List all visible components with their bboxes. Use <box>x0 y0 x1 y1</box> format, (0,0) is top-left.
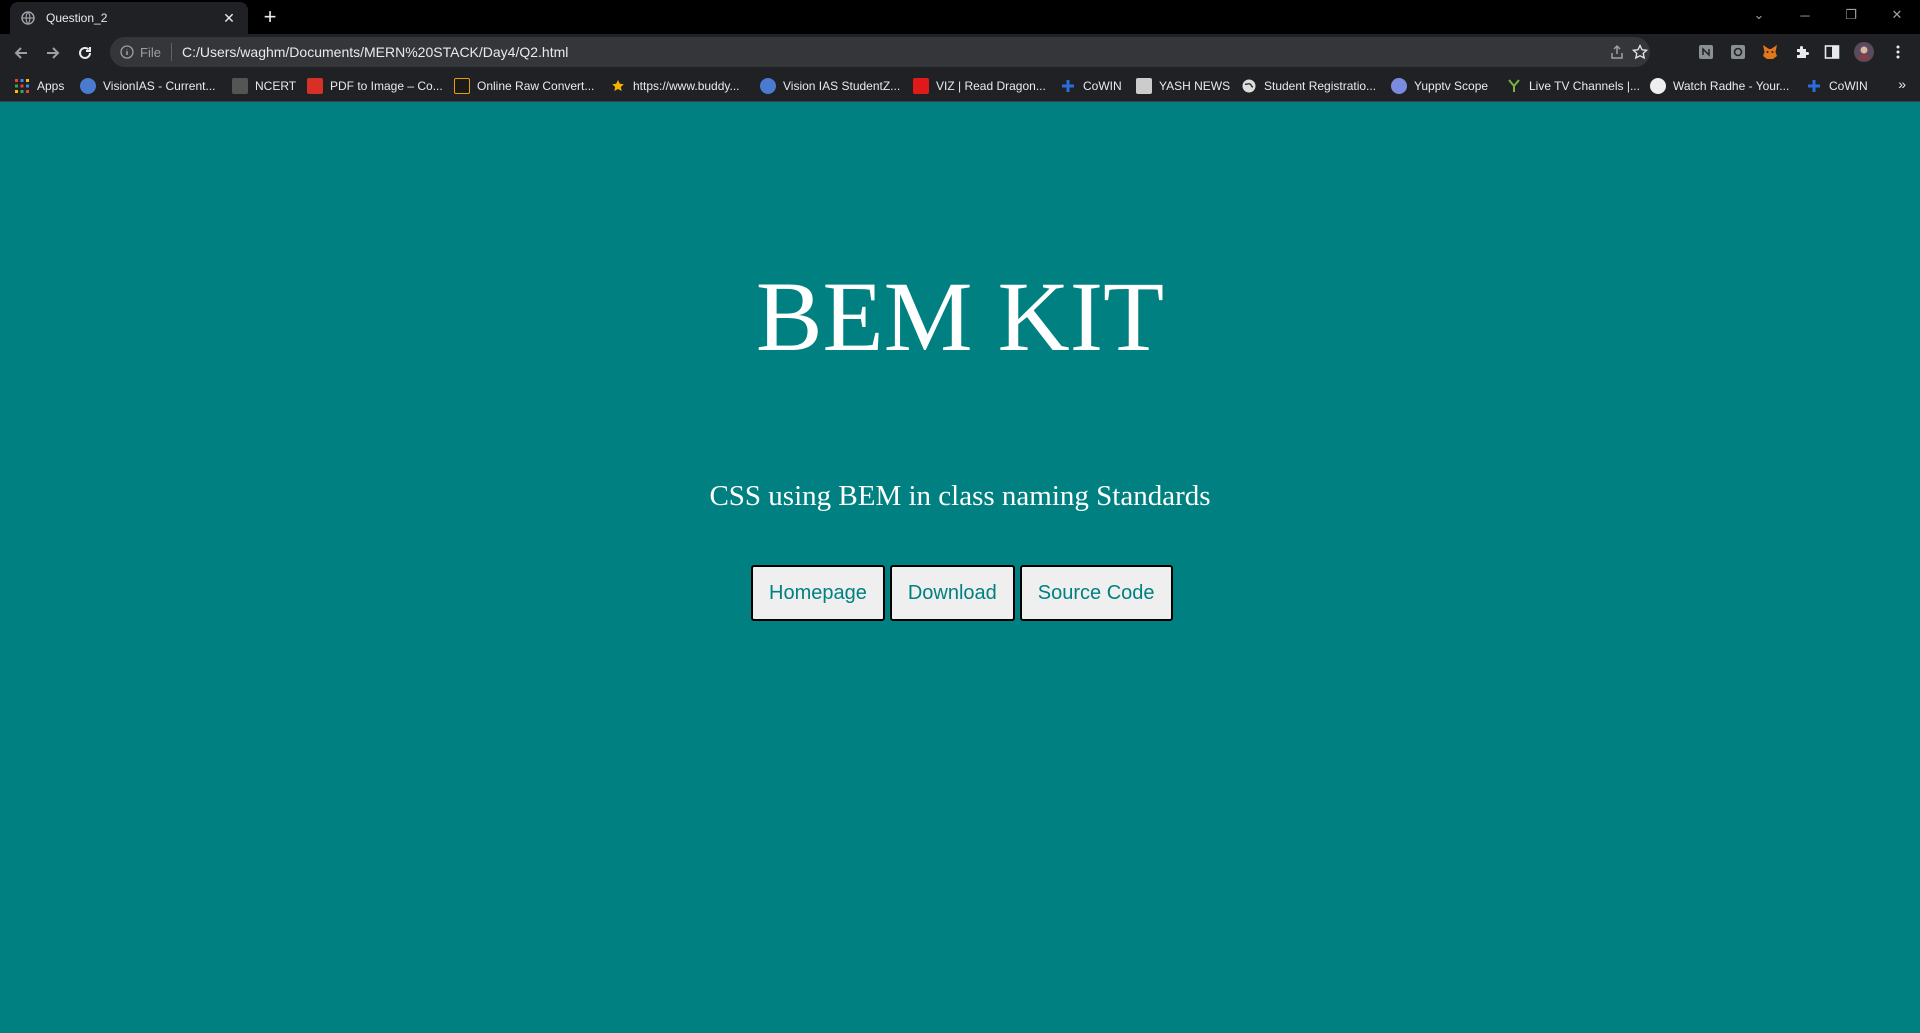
bookmark-cowin-1[interactable]: CoWIN <box>1060 76 1122 96</box>
page-title: BEM KIT <box>755 261 1165 372</box>
extensions-puzzle-icon[interactable] <box>1792 42 1812 62</box>
back-button[interactable] <box>8 40 34 66</box>
bookmark-label: Online Raw Convert... <box>477 79 595 93</box>
bookmark-online-raw-convert[interactable]: Online Raw Convert... <box>454 76 594 96</box>
bookmark-label: Student Registratio... <box>1264 79 1377 93</box>
tab-search-icon[interactable]: ⌄ <box>1736 0 1782 30</box>
tab-title: Question_2 <box>46 11 108 25</box>
menu-kebab-icon[interactable] <box>1888 42 1908 62</box>
extension-1-icon[interactable] <box>1696 42 1716 62</box>
url-text[interactable]: C:/Users/waghm/Documents/MERN%20STACK/Da… <box>182 44 568 60</box>
bookmark-label: YASH NEWS <box>1159 79 1231 93</box>
reload-button[interactable] <box>72 40 98 66</box>
viz-icon <box>913 78 929 94</box>
browser-toolbar: File C:/Users/waghm/Documents/MERN%20STA… <box>0 34 1920 70</box>
bookmark-label: CoWIN <box>1829 79 1868 93</box>
bookmark-label: Live TV Channels |... <box>1529 79 1640 93</box>
omnibox-divider <box>170 43 172 61</box>
bookmark-vision-ias-studentz[interactable]: Vision IAS StudentZ... <box>760 76 900 96</box>
star-icon <box>610 78 626 94</box>
visionias-icon <box>80 78 96 94</box>
browser-window: Question_2 ✕ + ⌄ ─ ❐ ✕ File C:/Users/wag… <box>0 0 1920 1033</box>
reload-icon <box>79 46 91 59</box>
site-info-button[interactable]: File <box>120 37 161 67</box>
share-icon[interactable] <box>1607 42 1627 62</box>
bookmark-yupptv-scope[interactable]: Yupptv Scope <box>1391 76 1488 96</box>
bookmark-label: Yupptv Scope <box>1414 79 1489 93</box>
forward-button[interactable] <box>40 40 66 66</box>
bookmark-label: CoWIN <box>1083 79 1122 93</box>
minimize-button[interactable]: ─ <box>1782 0 1828 30</box>
bookmark-visionias-current[interactable]: VisionIAS - Current... <box>80 76 216 96</box>
bookmark-label: Vision IAS StudentZ... <box>783 79 901 93</box>
cowin-icon <box>1806 78 1822 94</box>
tab-strip: Question_2 ✕ + ⌄ ─ ❐ ✕ <box>0 0 1920 34</box>
bookmark-label: https://www.buddy... <box>633 79 740 93</box>
bookmark-student-registration[interactable]: Student Registratio... <box>1241 76 1376 96</box>
visionias-icon <box>760 78 776 94</box>
bookmark-label: VIZ | Read Dragon... <box>936 79 1046 93</box>
pdf-icon <box>307 78 323 94</box>
bookmark-star-icon[interactable] <box>1630 42 1650 62</box>
tab-question-2[interactable]: Question_2 ✕ <box>10 2 248 34</box>
ncert-icon <box>232 78 248 94</box>
bookmark-buddy[interactable]: https://www.buddy... <box>610 76 740 96</box>
bookmark-live-tv-channels[interactable]: Live TV Channels |... <box>1506 76 1640 96</box>
homepage-button[interactable]: Homepage <box>751 565 885 621</box>
page-subtitle: CSS using BEM in class naming Standards <box>709 480 1211 512</box>
bookmark-cowin-2[interactable]: CoWIN <box>1806 76 1868 96</box>
bookmark-viz-read-dragon[interactable]: VIZ | Read Dragon... <box>913 76 1046 96</box>
raw-convert-icon <box>454 78 470 94</box>
download-button[interactable]: Download <box>889 565 1015 621</box>
bookmarks-bar: Apps VisionIAS - Current... NCERT PDF to… <box>0 70 1920 102</box>
source-code-button[interactable]: Source Code <box>1019 565 1173 621</box>
news-icon <box>1136 78 1152 94</box>
bookmark-yash-news[interactable]: YASH NEWS <box>1136 76 1230 96</box>
cowin-icon <box>1060 78 1076 94</box>
bookmark-watch-radhe[interactable]: Watch Radhe - Your... <box>1650 76 1789 96</box>
profile-avatar-icon[interactable] <box>1854 42 1874 62</box>
new-tab-button[interactable]: + <box>258 6 282 30</box>
metamask-fox-icon[interactable] <box>1760 42 1780 62</box>
globe-icon <box>20 10 36 26</box>
address-bar[interactable]: File C:/Users/waghm/Documents/MERN%20STA… <box>110 37 1650 67</box>
close-window-button[interactable]: ✕ <box>1874 0 1920 30</box>
button-group: Homepage Download Source Code <box>751 565 1173 621</box>
bookmark-pdf-to-image[interactable]: PDF to Image – Co... <box>307 76 443 96</box>
bookmark-label: NCERT <box>255 79 297 93</box>
scheme-label: File <box>140 44 161 60</box>
bookmark-label: VisionIAS - Current... <box>103 79 216 93</box>
bookmarks-overflow-chevron-icon[interactable]: » <box>1898 76 1906 92</box>
apps-grid-icon <box>14 78 30 94</box>
globe-icon <box>1241 78 1257 94</box>
bookmark-label: Watch Radhe - Your... <box>1673 79 1790 93</box>
bookmark-label: Apps <box>37 79 65 93</box>
arrow-right-icon <box>47 47 60 59</box>
livetv-icon <box>1506 78 1522 94</box>
close-tab-icon[interactable]: ✕ <box>220 9 238 27</box>
side-panel-icon[interactable] <box>1822 42 1842 62</box>
watch-icon <box>1650 78 1666 94</box>
extension-2-icon[interactable] <box>1728 42 1748 62</box>
bookmark-ncert[interactable]: NCERT <box>232 76 296 96</box>
bookmark-apps[interactable]: Apps <box>14 76 64 96</box>
arrow-left-icon <box>14 47 27 59</box>
restore-button[interactable]: ❐ <box>1828 0 1874 30</box>
bookmark-label: PDF to Image – Co... <box>330 79 443 93</box>
page-viewport: BEM KIT CSS using BEM in class naming St… <box>0 102 1920 1033</box>
yupptv-icon <box>1391 78 1407 94</box>
info-icon <box>120 45 134 59</box>
